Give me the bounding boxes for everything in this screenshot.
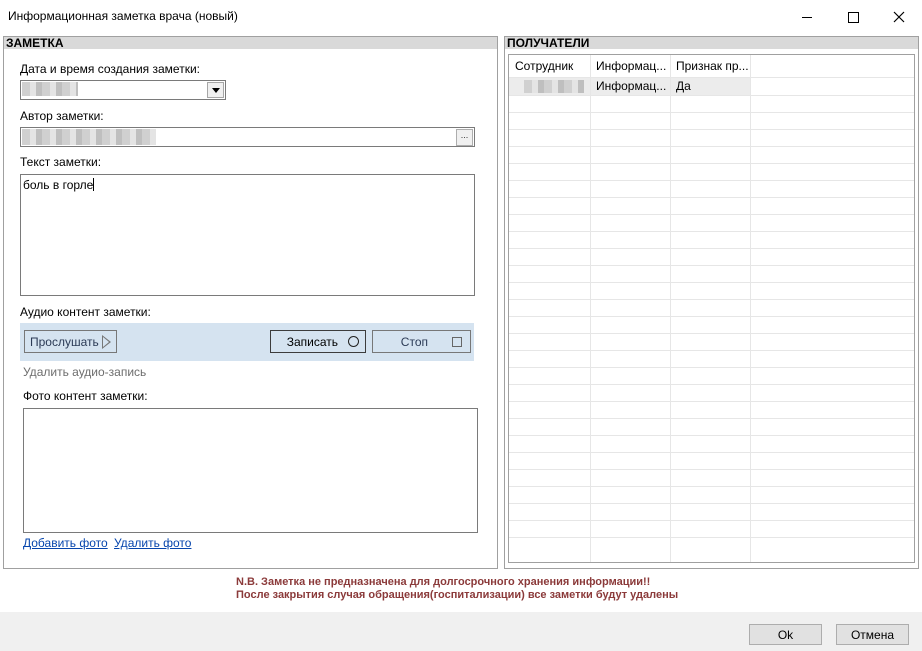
author-field[interactable]: ... <box>20 127 475 147</box>
note-text-area[interactable]: боль в горле <box>20 174 475 296</box>
recipients-panel-header: ПОЛУЧАТЕЛИ <box>505 37 918 49</box>
author-label: Автор заметки: <box>20 109 104 123</box>
column-header-flag[interactable]: Признак пр... <box>670 55 750 77</box>
date-label: Дата и время создания заметки: <box>20 62 200 76</box>
empty-grid-row <box>509 316 914 317</box>
note-panel-header: ЗАМЕТКА <box>4 37 497 49</box>
column-header-info[interactable]: Информац... <box>590 55 670 77</box>
table-row[interactable]: Информац... Да <box>509 78 750 95</box>
redacted-author <box>22 129 156 145</box>
record-button[interactable]: Записать <box>270 330 366 353</box>
title-bar: Информационная заметка врача (новый) <box>0 0 922 34</box>
play-button-label: Прослушать <box>30 334 99 349</box>
empty-grid-row <box>509 350 914 351</box>
empty-grid-row <box>509 520 914 521</box>
redacted-date <box>22 82 78 96</box>
close-icon <box>893 11 905 23</box>
note-text-value: боль в горле <box>23 178 94 192</box>
audio-label: Аудио контент заметки: <box>20 305 151 319</box>
text-label: Текст заметки: <box>20 155 102 169</box>
empty-grid-row <box>509 282 914 283</box>
cell-info: Информац... <box>596 79 667 93</box>
empty-grid-row <box>509 486 914 487</box>
empty-grid-row <box>509 418 914 419</box>
close-button[interactable] <box>876 0 922 34</box>
text-caret <box>93 178 95 191</box>
maximize-icon <box>847 11 859 23</box>
empty-grid-row <box>509 435 914 436</box>
stop-button[interactable]: Стоп <box>372 330 471 353</box>
minimize-button[interactable] <box>784 0 830 34</box>
recipients-grid[interactable]: Сотрудник Информац... Признак пр... Инфо… <box>508 54 915 563</box>
empty-grid-row <box>509 112 914 113</box>
play-button[interactable]: Прослушать <box>24 330 117 353</box>
column-header-employee[interactable]: Сотрудник <box>509 55 590 77</box>
delete-audio-link[interactable]: Удалить аудио-запись <box>23 365 146 379</box>
record-icon <box>348 336 359 347</box>
stop-icon <box>452 336 462 347</box>
warning-line-1: N.B. Заметка не предназначена для долгос… <box>236 576 651 588</box>
chevron-down-icon <box>211 87 220 93</box>
date-dropdown-button[interactable] <box>207 82 224 98</box>
date-combobox[interactable] <box>20 80 226 100</box>
empty-grid-row <box>509 248 914 249</box>
empty-grid-row <box>509 384 914 385</box>
photo-label: Фото контент заметки: <box>23 389 148 403</box>
record-button-label: Записать <box>286 334 338 349</box>
empty-grid-row <box>509 452 914 453</box>
empty-grid-row <box>509 503 914 504</box>
play-icon <box>102 334 111 349</box>
add-photo-link[interactable]: Добавить фото <box>23 536 108 550</box>
maximize-button[interactable] <box>830 0 876 34</box>
warning-line-2: После закрытия случая обращения(госпитал… <box>236 589 679 601</box>
empty-grid-row <box>509 146 914 147</box>
stop-button-label: Стоп <box>400 334 428 349</box>
empty-grid-row <box>509 537 914 538</box>
empty-grid-row <box>509 95 914 96</box>
empty-grid-row <box>509 231 914 232</box>
cell-flag: Да <box>676 79 691 93</box>
empty-grid-row <box>509 163 914 164</box>
window-title: Информационная заметка врача (новый) <box>8 9 238 23</box>
grid-header-row: Сотрудник Информац... Признак пр... <box>509 55 914 78</box>
empty-grid-row <box>509 333 914 334</box>
delete-photo-link[interactable]: Удалить фото <box>114 536 191 550</box>
empty-grid-row <box>509 401 914 402</box>
warning-text: N.B. Заметка не предназначена для долгос… <box>236 576 678 602</box>
cell-employee <box>509 78 590 95</box>
author-browse-button[interactable]: ... <box>456 129 473 146</box>
empty-grid-row <box>509 469 914 470</box>
empty-grid-row <box>509 180 914 181</box>
minimize-icon <box>802 16 812 18</box>
empty-grid-row <box>509 367 914 368</box>
empty-grid-row <box>509 299 914 300</box>
photo-area <box>23 408 478 533</box>
ok-button[interactable]: Ok <box>749 624 822 645</box>
empty-grid-row <box>509 197 914 198</box>
cancel-button[interactable]: Отмена <box>836 624 909 645</box>
empty-grid-row <box>509 214 914 215</box>
redacted-employee <box>524 80 584 93</box>
empty-grid-row <box>509 265 914 266</box>
empty-grid-row <box>509 129 914 130</box>
